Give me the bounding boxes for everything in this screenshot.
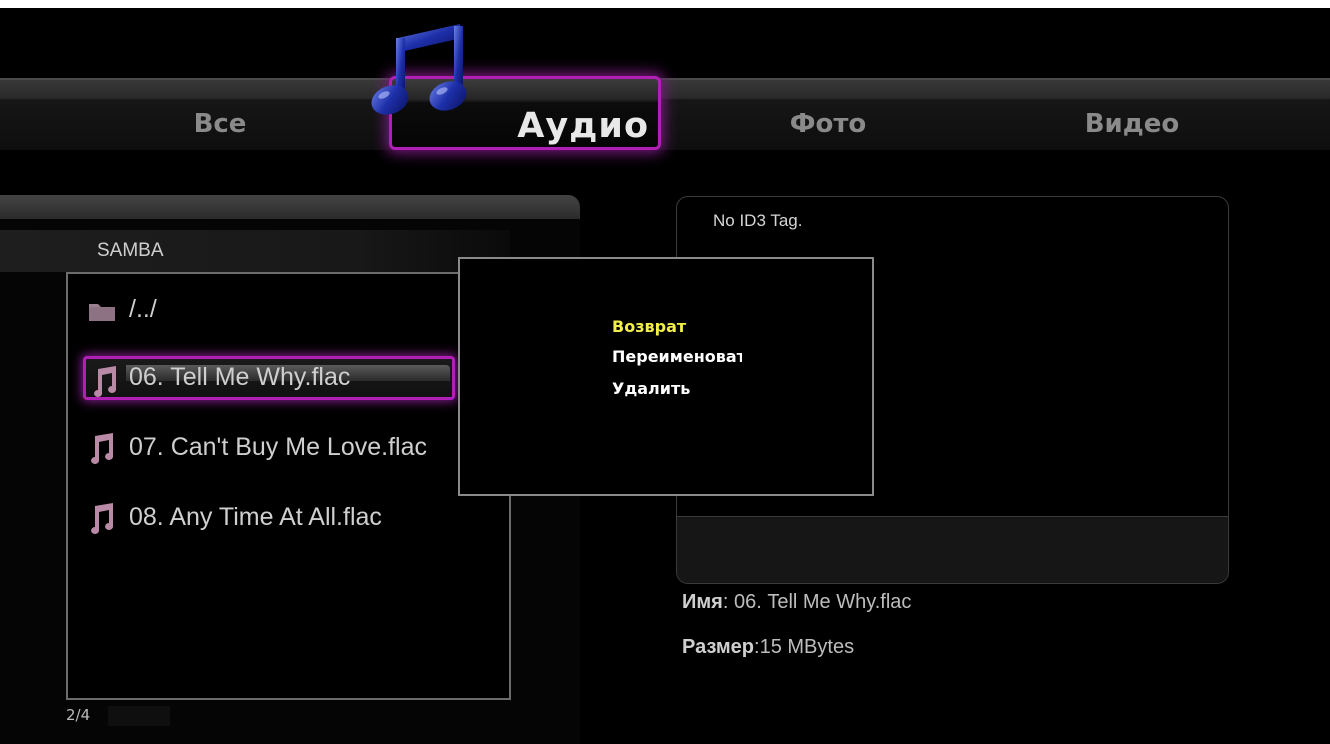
folder-icon (89, 304, 115, 321)
music-note-icon (91, 503, 114, 534)
tab-all[interactable]: Все (120, 102, 320, 146)
menu-item-delete[interactable]: Удалить (612, 379, 742, 398)
info-panel-footer (677, 516, 1228, 583)
list-item-label: 08. Any Time At All.flac (129, 503, 382, 531)
file-list (66, 272, 511, 700)
menu-item-rename[interactable]: Переименовать (612, 347, 742, 366)
page-counter-bar (108, 706, 170, 726)
list-item[interactable]: 08. Any Time At All.flac (83, 496, 455, 540)
file-size-label: Размер (682, 636, 755, 658)
list-item-label: /../ (129, 295, 157, 323)
file-browser-header (0, 195, 580, 219)
menu-item-back[interactable]: Возврат (612, 317, 742, 336)
file-size-info: Размер:15 MBytes (682, 636, 854, 659)
tab-audio-label: Аудио (517, 106, 649, 146)
list-item-label: 06. Tell Me Why.flac (129, 363, 351, 391)
context-menu: Возврат Переименовать Удалить (458, 257, 874, 496)
music-note-icon (91, 433, 114, 464)
file-size-value: :15 MBytes (754, 636, 855, 658)
tab-photo[interactable]: Фото (728, 102, 928, 146)
file-name-info: Имя: 06. Tell Me Why.flac (682, 591, 911, 614)
list-item-selected[interactable]: 06. Tell Me Why.flac (83, 356, 455, 400)
list-item[interactable]: /../ (83, 288, 455, 332)
path-bar (0, 230, 510, 272)
list-item[interactable]: 07. Can't Buy Me Love.flac (83, 426, 455, 470)
path-label: SAMBA (97, 240, 164, 261)
top-strip (0, 0, 1330, 8)
music-note-icon (94, 366, 117, 397)
tab-video[interactable]: Видео (1032, 102, 1232, 146)
id3-tag-text: No ID3 Tag. (713, 211, 803, 230)
list-item-label: 07. Can't Buy Me Love.flac (129, 433, 427, 461)
file-name-label: Имя (682, 591, 723, 613)
file-name-value: : 06. Tell Me Why.flac (722, 591, 912, 613)
page-counter: 2/4 (66, 706, 91, 724)
